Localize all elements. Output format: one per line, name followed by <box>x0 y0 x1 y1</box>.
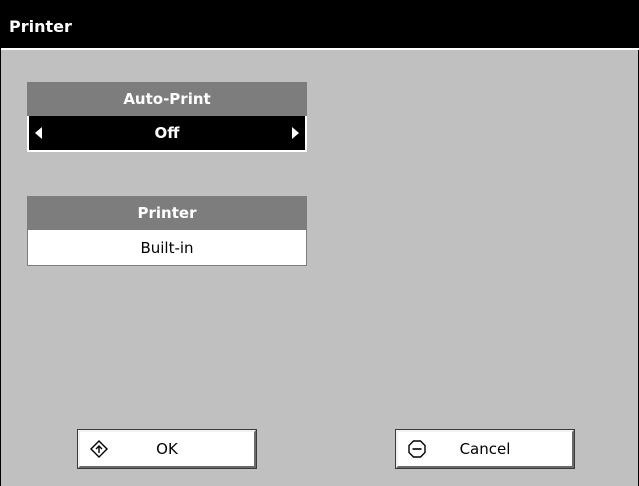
printer-value-field[interactable]: Built-in <box>27 230 307 266</box>
ok-label: OK <box>156 440 178 458</box>
arrow-left-icon[interactable] <box>35 127 42 139</box>
printer-group: Printer Built-in <box>27 196 307 266</box>
auto-print-selector[interactable]: Off <box>27 116 307 152</box>
arrow-right-icon[interactable] <box>292 127 299 139</box>
cancel-label: Cancel <box>459 440 511 458</box>
auto-print-value: Off <box>154 124 180 142</box>
printer-value: Built-in <box>140 238 194 257</box>
auto-print-header-label: Auto-Print <box>123 90 211 108</box>
window-title: Printer <box>9 17 72 36</box>
title-bar: Printer <box>1 0 639 50</box>
auto-print-header: Auto-Print <box>27 82 307 116</box>
ok-button[interactable]: OK <box>77 429 257 469</box>
printer-header: Printer <box>27 196 307 230</box>
auto-print-group: Auto-Print Off <box>27 82 307 152</box>
printer-header-label: Printer <box>137 204 197 222</box>
cancel-button[interactable]: Cancel <box>395 429 575 469</box>
printer-settings-window: Printer Auto-Print Off Printer Built-in … <box>0 0 639 486</box>
